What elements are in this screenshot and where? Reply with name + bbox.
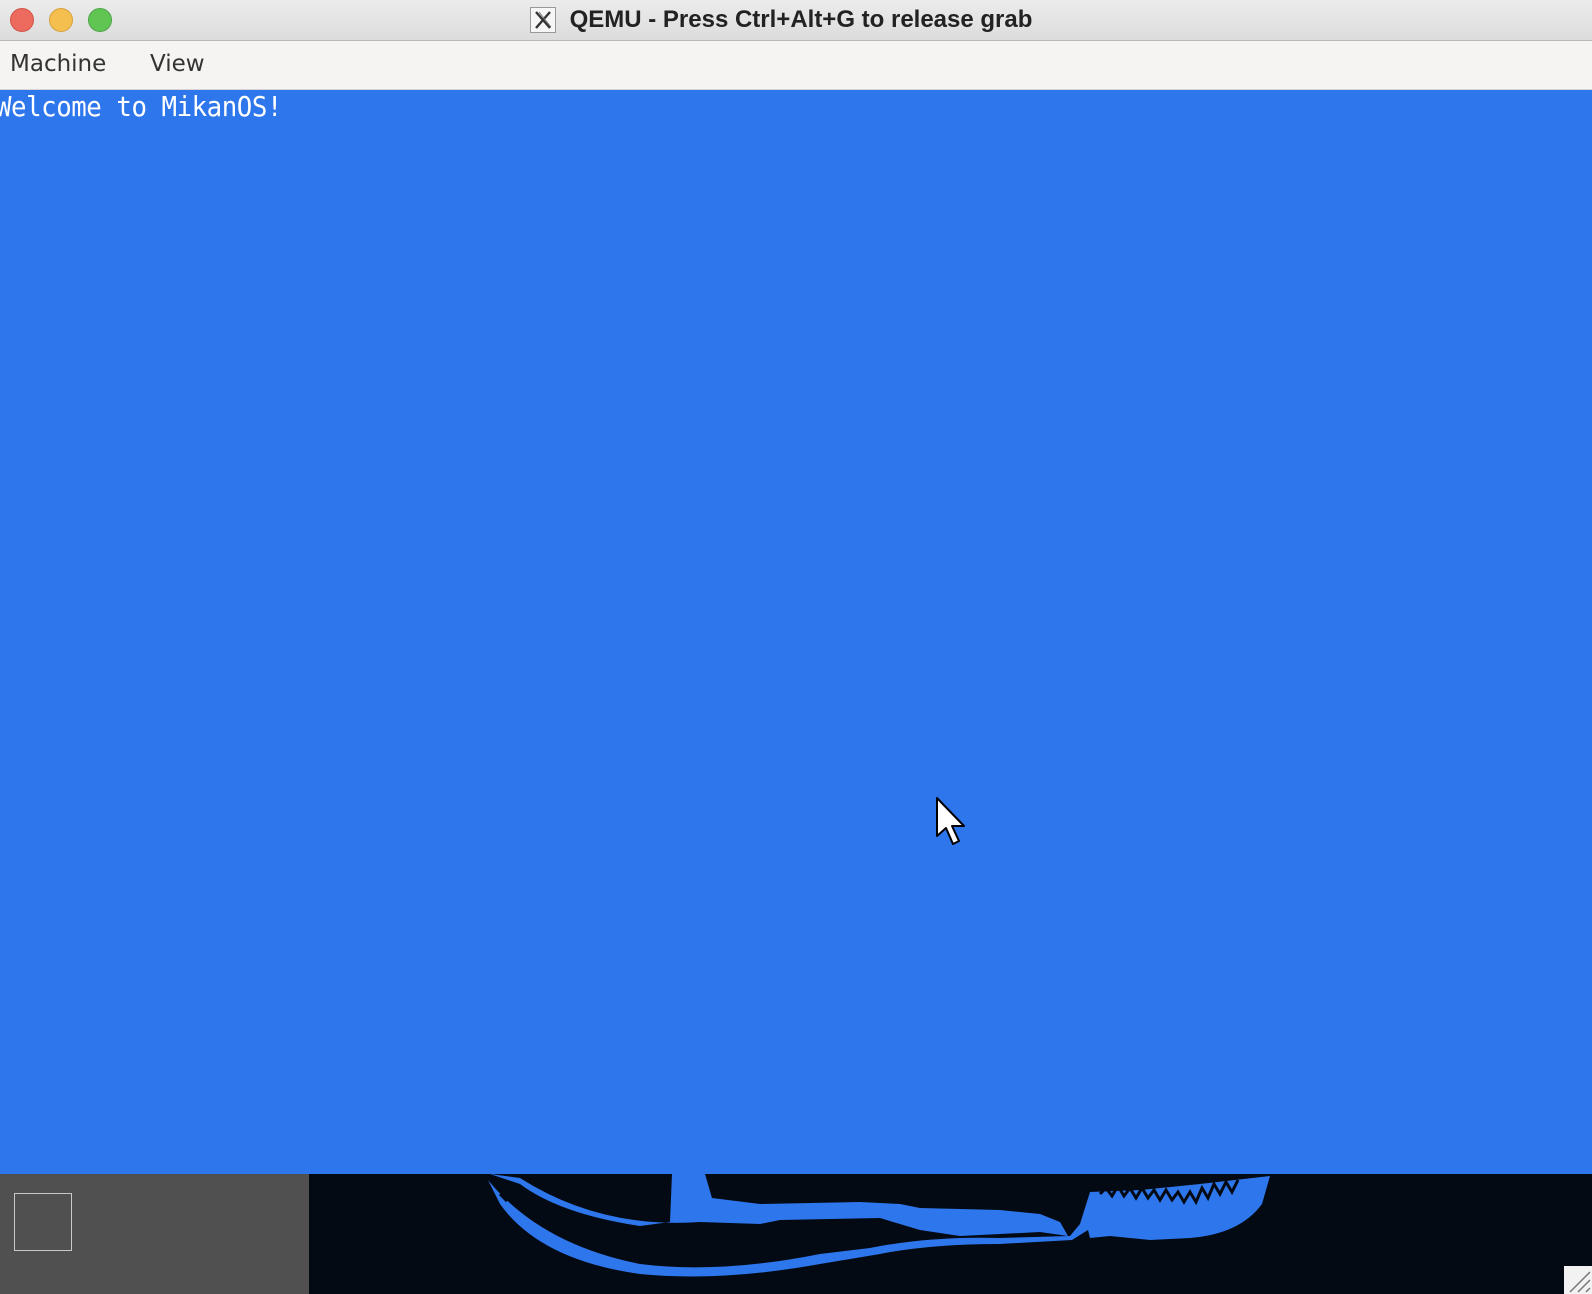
rendering-artifact [488, 1174, 1270, 1277]
window-title: QEMU - Press Ctrl+Alt+G to release grab [569, 6, 1033, 33]
menubar: Machine View [0, 41, 1592, 90]
resize-grip-icon [1569, 1271, 1591, 1293]
console-welcome-text: Welcome to MikanOS! [0, 90, 282, 123]
menu-machine[interactable]: Machine [10, 51, 106, 77]
resize-grip[interactable] [1564, 1266, 1592, 1294]
guest-display[interactable]: Welcome to MikanOS! [0, 90, 1592, 1174]
x11-icon [529, 7, 556, 33]
window-titlebar[interactable]: QEMU - Press Ctrl+Alt+G to release grab [0, 0, 1592, 41]
mouse-cursor-icon [936, 797, 965, 845]
menu-view[interactable]: View [150, 51, 205, 77]
guest-taskbar [0, 1174, 1592, 1294]
window-title-area: QEMU - Press Ctrl+Alt+G to release grab [0, 0, 1592, 40]
